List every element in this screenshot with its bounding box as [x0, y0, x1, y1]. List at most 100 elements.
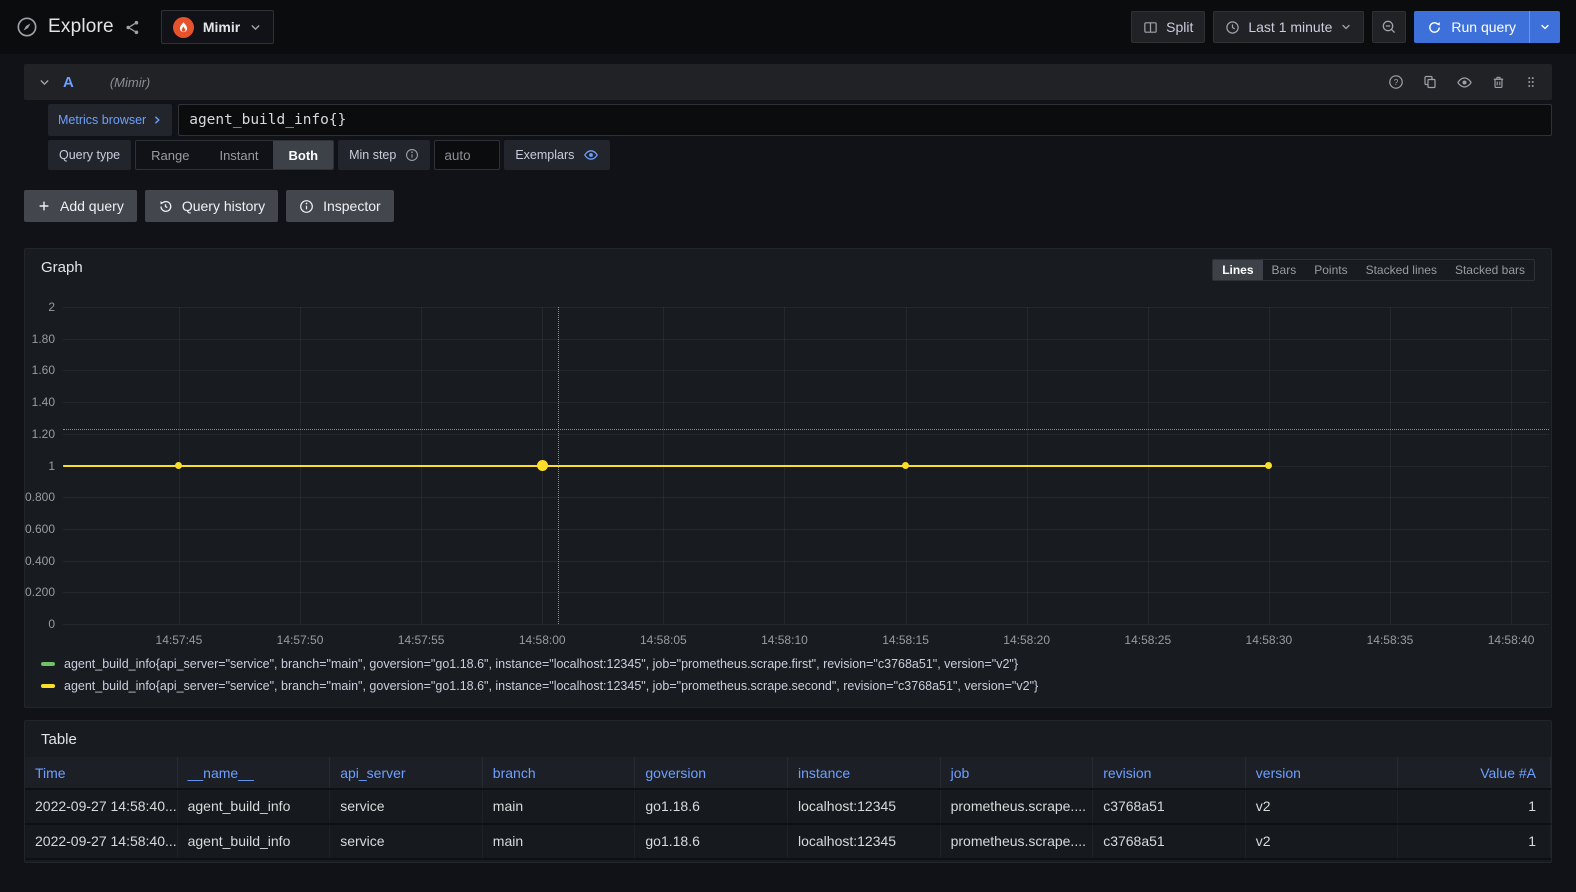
- y-axis-tick-label: 0.600: [9, 522, 55, 536]
- table-header-instance[interactable]: instance: [788, 757, 941, 788]
- svg-text:?: ?: [1394, 77, 1399, 87]
- x-axis-tick-label: 14:58:35: [1367, 633, 1414, 647]
- table-body: 2022-09-27 14:58:40...agent_build_infose…: [25, 790, 1551, 860]
- x-axis-tick-label: 14:58:10: [761, 633, 808, 647]
- run-query-button[interactable]: Run query: [1414, 11, 1560, 43]
- chevron-down-icon: [249, 21, 262, 34]
- data-point[interactable]: [175, 462, 182, 469]
- delete-query-trash-icon[interactable]: [1491, 75, 1506, 90]
- graph-style-option-lines[interactable]: Lines: [1213, 260, 1262, 280]
- query-row-header: A (Mimir) ?: [24, 64, 1552, 100]
- y-axis-tick-label: 0: [9, 617, 55, 631]
- table-header-job[interactable]: job: [941, 757, 1094, 788]
- legend-item[interactable]: agent_build_info{api_server="service", b…: [41, 675, 1535, 697]
- metrics-browser-button[interactable]: Metrics browser: [48, 104, 172, 136]
- legend-series-swatch: [41, 662, 55, 666]
- min-step-value: auto: [444, 148, 470, 163]
- table-header--name-[interactable]: __name__: [178, 757, 331, 788]
- time-series-chart[interactable]: 21.801.601.401.2010.8000.6000.4000.20001…: [25, 287, 1551, 649]
- table-cell: prometheus.scrape....: [941, 825, 1094, 858]
- grid-line-horizontal: [63, 434, 1549, 435]
- grid-line-horizontal: [63, 497, 1549, 498]
- query-type-option-both[interactable]: Both: [273, 141, 333, 169]
- data-point[interactable]: [1265, 462, 1272, 469]
- grid-line-horizontal: [63, 402, 1549, 403]
- graph-style-option-stacked-bars[interactable]: Stacked bars: [1446, 260, 1534, 280]
- inspector-button[interactable]: Inspector: [286, 190, 394, 222]
- promql-query-input[interactable]: agent_build_info{}: [178, 104, 1552, 136]
- table-header-branch[interactable]: branch: [483, 757, 636, 788]
- query-history-button[interactable]: Query history: [145, 190, 278, 222]
- share-icon[interactable]: [124, 19, 141, 36]
- query-type-option-range[interactable]: Range: [136, 141, 204, 169]
- table-header-goversion[interactable]: goversion: [635, 757, 788, 788]
- time-range-picker[interactable]: Last 1 minute: [1213, 11, 1364, 43]
- legend-series-name: agent_build_info{api_server="service", b…: [64, 679, 1038, 693]
- table-header-time[interactable]: Time: [25, 757, 178, 788]
- cursor-crosshair-horizontal: [63, 429, 1549, 430]
- table-cell: agent_build_info: [178, 790, 331, 823]
- datasource-picker[interactable]: Mimir: [161, 10, 274, 44]
- metrics-browser-label: Metrics browser: [58, 113, 146, 127]
- graph-style-radio-group: LinesBarsPointsStacked linesStacked bars: [1212, 259, 1535, 281]
- zoom-out-button[interactable]: [1372, 11, 1406, 43]
- plus-icon: [37, 199, 51, 213]
- x-axis-tick-label: 14:58:40: [1488, 633, 1535, 647]
- y-axis-tick-label: 1: [9, 459, 55, 473]
- chevron-down-icon: [1340, 21, 1352, 33]
- graph-style-option-points[interactable]: Points: [1305, 260, 1356, 280]
- graph-panel-title: Graph: [41, 259, 83, 276]
- graph-style-option-stacked-lines[interactable]: Stacked lines: [1357, 260, 1446, 280]
- query-datasource-hint: (Mimir): [110, 75, 150, 90]
- y-axis-tick-label: 1.40: [9, 395, 55, 409]
- legend-series-name: agent_build_info{api_server="service", b…: [64, 657, 1018, 671]
- table-panel: Table Time__name__api_serverbranchgovers…: [24, 720, 1552, 863]
- table-cell: v2: [1246, 825, 1399, 858]
- exemplars-toggle[interactable]: Exemplars: [504, 140, 610, 170]
- legend-item[interactable]: agent_build_info{api_server="service", b…: [41, 653, 1535, 675]
- page-title: Explore: [48, 16, 114, 38]
- table-header-api-server[interactable]: api_server: [330, 757, 483, 788]
- angle-right-icon: [152, 115, 162, 125]
- run-query-label: Run query: [1451, 19, 1516, 35]
- grid-line-horizontal: [63, 624, 1549, 625]
- table-header-revision[interactable]: revision: [1093, 757, 1246, 788]
- add-query-label: Add query: [60, 198, 124, 214]
- query-ref-id[interactable]: A: [63, 74, 74, 91]
- grid-line-horizontal: [63, 592, 1549, 593]
- grid-line-vertical: [1390, 307, 1391, 624]
- explore-compass-icon: [16, 16, 38, 38]
- collapse-chevron-icon[interactable]: [38, 76, 51, 89]
- x-axis-tick-label: 14:57:45: [156, 633, 203, 647]
- x-axis-tick-label: 14:58:00: [519, 633, 566, 647]
- drag-handle-icon[interactable]: [1524, 75, 1538, 89]
- x-axis-tick-label: 14:58:25: [1124, 633, 1171, 647]
- table-header-value-a[interactable]: Value #A: [1398, 757, 1551, 788]
- table-panel-title: Table: [25, 721, 1551, 757]
- graph-style-option-bars[interactable]: Bars: [1263, 260, 1306, 280]
- add-query-button[interactable]: Add query: [24, 190, 137, 222]
- min-step-input[interactable]: auto: [434, 140, 500, 170]
- grid-line-horizontal: [63, 307, 1549, 308]
- grid-line-horizontal: [63, 561, 1549, 562]
- grid-line-horizontal: [63, 339, 1549, 340]
- query-type-label: Query type: [48, 140, 131, 170]
- duplicate-query-icon[interactable]: [1422, 74, 1438, 90]
- query-type-option-instant[interactable]: Instant: [204, 141, 273, 169]
- highlighted-data-point[interactable]: [537, 460, 548, 471]
- y-axis-tick-label: 1.80: [9, 332, 55, 346]
- table-cell: 1: [1398, 790, 1551, 823]
- y-axis-tick-label: 1.20: [9, 427, 55, 441]
- x-axis-tick-label: 14:58:30: [1246, 633, 1293, 647]
- table-header-version[interactable]: version: [1246, 757, 1399, 788]
- data-point[interactable]: [902, 462, 909, 469]
- grid-line-horizontal: [63, 370, 1549, 371]
- toggle-visibility-eye-icon[interactable]: [1456, 74, 1473, 91]
- table-cell: 1: [1398, 825, 1551, 858]
- help-icon[interactable]: ?: [1388, 74, 1404, 90]
- split-button[interactable]: Split: [1131, 11, 1205, 43]
- run-query-dropdown[interactable]: [1529, 11, 1560, 43]
- table-cell: localhost:12345: [788, 825, 941, 858]
- legend-series-swatch: [41, 684, 55, 688]
- table-cell: service: [330, 790, 483, 823]
